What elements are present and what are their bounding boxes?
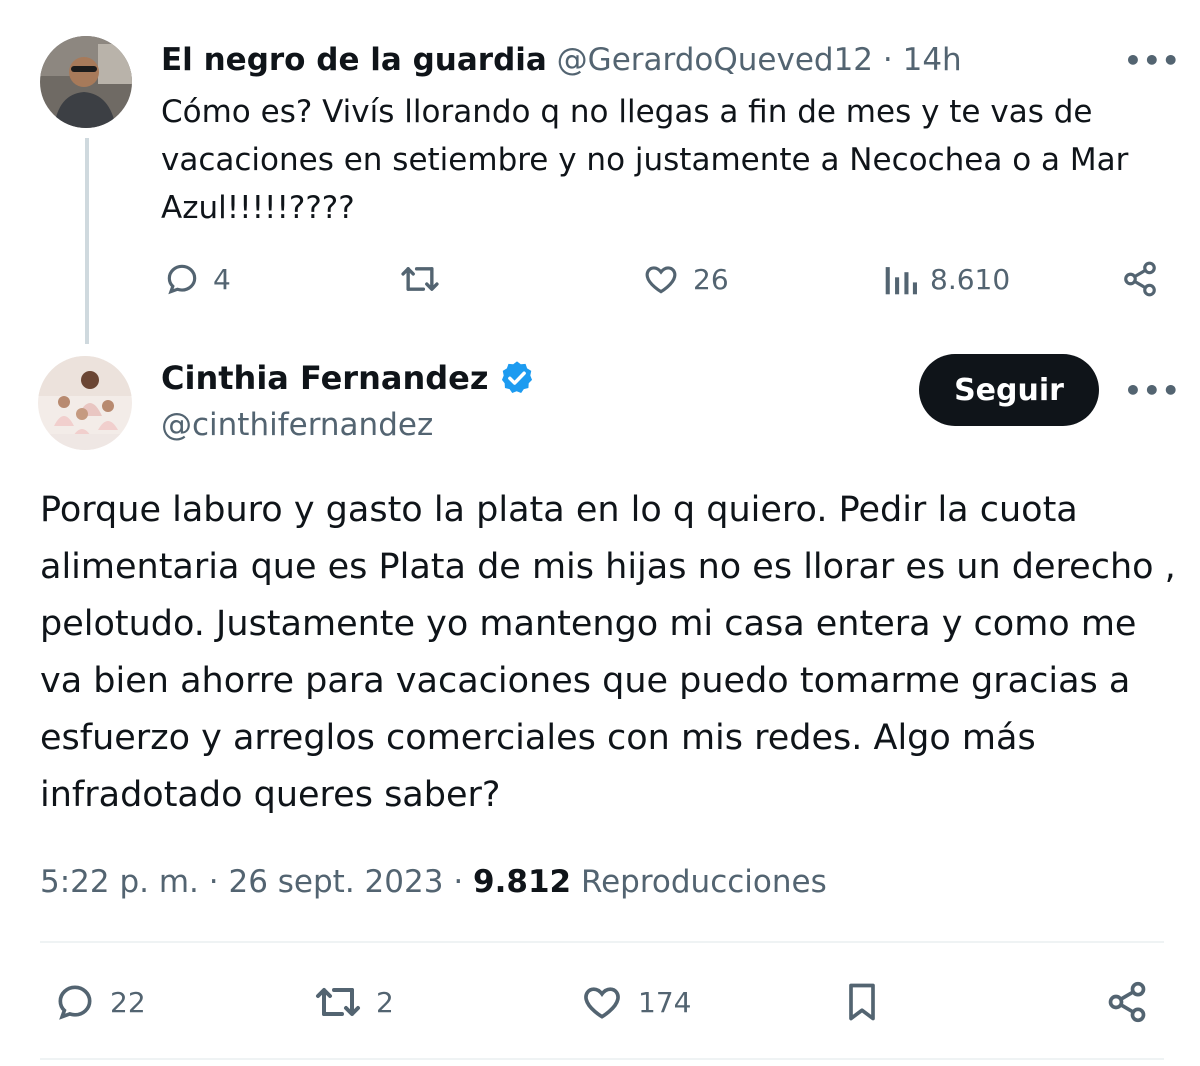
tweet-date[interactable]: 26 sept. 2023 — [228, 864, 443, 900]
reply-retweet-action[interactable] — [398, 260, 442, 298]
reply-like-count: 26 — [693, 262, 729, 296]
main-reply-count: 22 — [110, 985, 146, 1019]
retweet-icon — [316, 988, 360, 1016]
main-retweet-action[interactable]: 2 — [312, 980, 394, 1024]
tweet-meta: 5:22 p. m. · 26 sept. 2023 · 9.812 Repro… — [40, 860, 827, 904]
meta-separator: · — [208, 864, 219, 900]
reply-share-action[interactable] — [1120, 260, 1160, 298]
reply-separator: · — [882, 42, 893, 78]
reply-handle[interactable]: @GerardoQueved12 — [557, 42, 873, 78]
main-avatar[interactable] — [38, 356, 132, 450]
reply-views-action[interactable]: 8.610 — [884, 260, 1010, 298]
main-like-action[interactable]: 174 — [578, 980, 691, 1024]
like-icon — [584, 987, 620, 1019]
reply-more-icon[interactable]: ••• — [1124, 44, 1181, 77]
reply-icon — [167, 264, 197, 295]
main-display-name[interactable]: Cinthia Fernandez — [161, 356, 488, 400]
views-icon — [885, 267, 917, 295]
meta-separator: · — [453, 864, 464, 900]
main-tweet-text: Porque laburo y gasto la plata en lo q q… — [40, 490, 1176, 815]
reply-reply-count: 4 — [213, 262, 231, 296]
reply-display-name[interactable]: El negro de la guardia — [161, 42, 547, 78]
verified-badge-icon — [502, 361, 533, 394]
main-bookmark-action[interactable] — [842, 980, 882, 1024]
thread-connector-line — [85, 138, 89, 344]
views-label: Reproducciones — [580, 864, 827, 900]
tweet-time[interactable]: 5:22 p. m. — [40, 864, 199, 900]
main-like-count: 174 — [638, 985, 692, 1019]
reply-like-action[interactable]: 26 — [641, 260, 729, 298]
retweet-icon — [401, 267, 439, 291]
main-more-icon[interactable]: ••• — [1124, 374, 1181, 407]
reply-text: Cómo es? Vivís llorando q no llegas a fi… — [161, 94, 1129, 226]
reply-time[interactable]: 14h — [903, 42, 962, 78]
like-icon — [645, 266, 677, 294]
share-icon — [1124, 261, 1156, 297]
divider — [40, 941, 1164, 943]
main-handle[interactable]: @cinthifernandez — [161, 404, 433, 446]
reply-icon — [58, 985, 92, 1020]
views-count: 9.812 — [473, 864, 572, 900]
main-display-name-row: Cinthia Fernandez — [161, 356, 536, 400]
follow-button[interactable]: Seguir — [919, 354, 1099, 426]
main-share-action[interactable] — [1104, 980, 1150, 1024]
main-retweet-count: 2 — [376, 985, 394, 1019]
main-reply-action[interactable]: 22 — [52, 980, 146, 1024]
share-icon — [1108, 981, 1146, 1023]
bookmark-icon — [849, 983, 875, 1021]
reply-avatar[interactable] — [40, 36, 132, 128]
reply-header: El negro de la guardia @GerardoQueved12 … — [161, 40, 962, 80]
reply-views-count: 8.610 — [930, 262, 1011, 296]
bottom-divider — [40, 1058, 1164, 1060]
reply-reply-action[interactable]: 4 — [163, 260, 231, 298]
